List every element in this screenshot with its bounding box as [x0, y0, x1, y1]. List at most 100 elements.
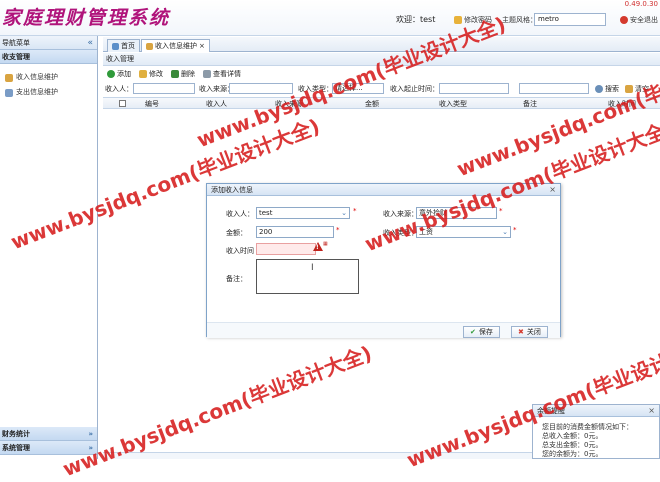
sidebar-group-label: 财务统计	[2, 430, 30, 438]
welcome-text: 欢迎：test	[396, 14, 435, 25]
sidebar-group-label: 收支管理	[2, 53, 30, 61]
pencil-icon	[139, 70, 147, 78]
tab-label: 收入信息维护	[155, 42, 197, 50]
sidebar-group-income-expense[interactable]: 收支管理	[0, 50, 97, 64]
time-label: 收入时间	[226, 247, 254, 255]
income-icon	[146, 42, 153, 50]
clear-icon	[625, 85, 633, 93]
amount-input[interactable]: 200	[256, 226, 334, 238]
change-password-label: 修改密码	[464, 16, 492, 24]
income-icon	[5, 73, 13, 82]
end-date-input[interactable]	[519, 83, 589, 94]
column-header[interactable]: 编号	[145, 99, 159, 109]
start-date-input[interactable]	[439, 83, 509, 94]
column-header[interactable]: 收入来源	[275, 99, 303, 109]
type-label: 收入类型：	[298, 85, 333, 93]
type-select[interactable]: 工资 ⌄	[416, 226, 511, 238]
required-mark: *	[499, 207, 503, 215]
cancel-button[interactable]: ✖ 关闭	[511, 326, 548, 338]
view-detail-label: 查看详情	[213, 70, 241, 78]
remark-textarea[interactable]: I	[256, 259, 359, 294]
version-text: 0.49.0.30	[624, 0, 658, 8]
notify-title: 余额提醒	[537, 407, 565, 415]
save-button[interactable]: ✔ 保存	[463, 326, 500, 338]
income-person-input[interactable]	[133, 83, 195, 94]
change-password-link[interactable]: 修改密码	[454, 15, 492, 25]
key-icon	[454, 16, 462, 24]
app-header: 家庭理财管理系统 0.49.0.30 欢迎：test 修改密码 主题风格： me…	[0, 0, 660, 36]
amount-value: 200	[259, 228, 273, 236]
source-value: 意外捡财	[419, 209, 447, 217]
warning-mark: !	[316, 244, 319, 251]
logout-link[interactable]: 安全退出	[620, 15, 658, 25]
close-icon[interactable]: ×	[648, 405, 655, 417]
person-select[interactable]: test ⌄	[256, 207, 350, 219]
grid-header: 编号 收入人 收入来源 金额 收入类型 备注 收入时间	[103, 97, 660, 109]
column-header[interactable]: 收入人	[206, 99, 227, 109]
clear-button-label: 清空	[635, 85, 649, 93]
person-label: 收入人：	[226, 210, 254, 218]
theme-select[interactable]: metro	[534, 13, 606, 26]
sidebar-group-system[interactable]: 系统管理 »	[0, 441, 97, 455]
sidebar-title-text: 导航菜单	[2, 39, 30, 47]
edit-label: 修改	[149, 70, 163, 78]
delete-button[interactable]: 删除	[171, 69, 195, 79]
edit-button[interactable]: 修改	[139, 69, 163, 79]
theme-label: 主题风格：	[502, 16, 537, 24]
dialog-header: 添加收入信息 ×	[207, 184, 560, 196]
column-header[interactable]: 收入时间	[608, 99, 636, 109]
home-icon	[112, 42, 119, 50]
expense-icon	[5, 88, 13, 97]
time-input[interactable]	[256, 243, 316, 255]
theme-value: metro	[538, 15, 559, 23]
sidebar-item-income[interactable]: 收入信息维护	[0, 70, 97, 85]
required-mark: *	[336, 226, 340, 234]
save-label: 保存	[478, 328, 493, 336]
sidebar: 导航菜单 « 收支管理 收入信息维护 支出信息维护 财务统计 » 系统管理 »	[0, 36, 98, 459]
source-input[interactable]: 意外捡财	[416, 207, 497, 219]
sidebar-group-statistics[interactable]: 财务统计 »	[0, 427, 97, 441]
sidebar-item-label: 收入信息维护	[16, 73, 58, 81]
add-button[interactable]: 添加	[107, 69, 131, 79]
income-person-label: 收入人：	[105, 85, 133, 93]
amount-label: 金额：	[226, 229, 247, 237]
username: test	[420, 15, 436, 24]
remark-label: 备注：	[226, 275, 247, 283]
required-mark: *	[353, 207, 357, 215]
add-icon	[107, 70, 115, 78]
type-value: 工资	[419, 228, 433, 236]
close-icon: ✖	[518, 328, 524, 336]
column-header[interactable]: 金额	[365, 99, 379, 109]
tab-income-maintenance[interactable]: 收入信息维护 ×	[141, 39, 210, 52]
notify-line: 总支出金额：0元。	[542, 441, 603, 449]
view-detail-button[interactable]: 查看详情	[203, 69, 241, 79]
close-icon[interactable]: ×	[199, 40, 205, 52]
tab-home[interactable]: 首页	[107, 39, 140, 52]
clear-button[interactable]: 清空	[625, 84, 649, 94]
panel-title: 收入管理	[103, 53, 660, 66]
search-button[interactable]: 搜索	[595, 84, 619, 94]
sidebar-group-label: 系统管理	[2, 444, 30, 452]
required-mark: *	[513, 226, 517, 234]
sidebar-title: 导航菜单 «	[0, 36, 97, 50]
source-input[interactable]	[229, 83, 293, 94]
chevron-down-icon: ⌄	[502, 228, 508, 236]
delete-label: 删除	[181, 70, 195, 78]
column-header[interactable]: 收入类型	[439, 99, 467, 109]
close-icon[interactable]: ×	[549, 184, 556, 196]
document-icon	[203, 70, 211, 78]
collapse-sidebar-icon[interactable]: «	[87, 36, 93, 50]
dialog-footer: ✔ 保存 ✖ 关闭	[207, 322, 560, 338]
source-label: 收入来源：	[383, 210, 418, 218]
time-range-label: 收入起止时间：	[390, 85, 439, 93]
type-select-value: 请选择...	[335, 84, 363, 92]
type-select[interactable]: 请选择...	[332, 83, 384, 94]
select-all-checkbox[interactable]	[119, 100, 126, 107]
person-value: test	[259, 209, 273, 217]
column-header[interactable]: 备注	[523, 99, 537, 109]
text-cursor-icon: I	[311, 263, 314, 273]
search-row: 收入人： 收入来源： 收入类型： 请选择... 收入起止时间： 搜索 清空	[103, 82, 660, 96]
calendar-icon[interactable]: ▦	[323, 241, 328, 247]
sidebar-item-expense[interactable]: 支出信息维护	[0, 85, 97, 100]
notify-line: 您目前的消费金额情况如下：	[542, 423, 633, 431]
